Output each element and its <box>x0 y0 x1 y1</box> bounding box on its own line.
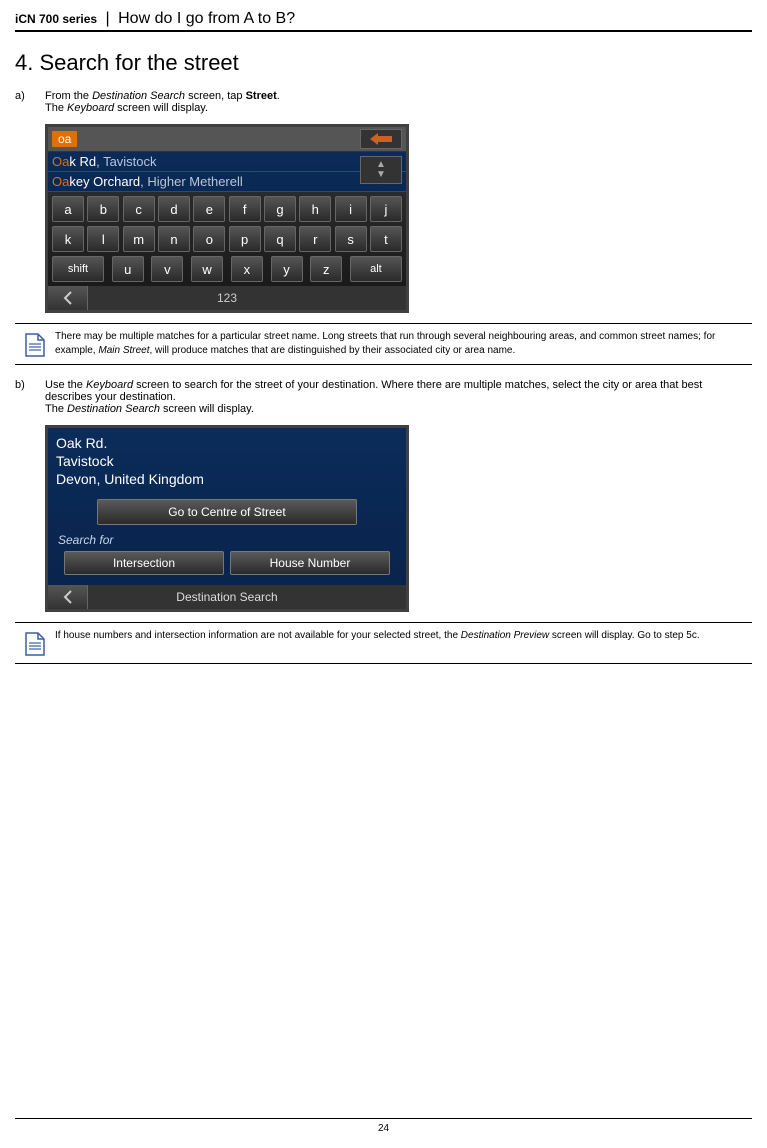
key-k[interactable]: k <box>52 226 84 252</box>
house-number-button[interactable]: House Number <box>230 551 390 575</box>
page-number: 24 <box>378 1123 389 1134</box>
key-a[interactable]: a <box>52 196 84 222</box>
key-n[interactable]: n <box>158 226 190 252</box>
key-u[interactable]: u <box>112 256 144 282</box>
key-b[interactable]: b <box>87 196 119 222</box>
kb-row-2: k l m n o p q r s t <box>52 226 402 252</box>
kb-row-3: shift u v w x y z alt <box>52 256 402 282</box>
step-a-letter: a) <box>15 90 45 114</box>
kb-row-1: a b c d e f g h i j <box>52 196 402 222</box>
search-for-label: Search for <box>48 533 406 547</box>
note-icon <box>15 629 55 657</box>
key-i[interactable]: i <box>335 196 367 222</box>
chevron-left-icon <box>62 291 74 305</box>
key-w[interactable]: w <box>191 256 223 282</box>
suggestion-1[interactable]: Oak Rd, Tavistock ▲ ▼ <box>48 152 406 172</box>
key-v[interactable]: v <box>151 256 183 282</box>
key-z[interactable]: z <box>310 256 342 282</box>
destination-search-screenshot: Oak Rd. Tavistock Devon, United Kingdom … <box>45 425 409 612</box>
kb-input-chip[interactable]: oa <box>52 131 77 147</box>
ds-button-row: Intersection House Number <box>48 551 406 575</box>
intersection-button[interactable]: Intersection <box>64 551 224 575</box>
key-d[interactable]: d <box>158 196 190 222</box>
header-series: iCN 700 series <box>15 12 97 26</box>
keyboard-screenshot: oa Oak Rd, Tavistock ▲ ▼ Oakey Orchard, … <box>45 124 409 313</box>
key-g[interactable]: g <box>264 196 296 222</box>
chevron-left-icon <box>62 590 74 604</box>
key-p[interactable]: p <box>229 226 261 252</box>
key-r[interactable]: r <box>299 226 331 252</box>
step-b: b) Use the Keyboard screen to search for… <box>15 379 752 415</box>
ds-footer-bar: Destination Search <box>48 585 406 609</box>
key-x[interactable]: x <box>231 256 263 282</box>
ds-address-block: Oak Rd. Tavistock Devon, United Kingdom <box>48 428 406 499</box>
kb-bottom-bar: 123 <box>48 286 406 310</box>
key-y[interactable]: y <box>271 256 303 282</box>
note-1-text: There may be multiple matches for a part… <box>55 330 752 358</box>
page-header: iCN 700 series | How do I go from A to B… <box>15 10 752 32</box>
suggestion-2[interactable]: Oakey Orchard, Higher Metherell <box>48 172 406 192</box>
chevron-down-icon: ▼ <box>376 170 386 180</box>
document-icon <box>24 631 46 657</box>
key-t[interactable]: t <box>370 226 402 252</box>
note-2-text: If house numbers and intersection inform… <box>55 629 706 657</box>
key-s[interactable]: s <box>335 226 367 252</box>
key-o[interactable]: o <box>193 226 225 252</box>
step-b-letter: b) <box>15 379 45 415</box>
go-to-centre-button[interactable]: Go to Centre of Street <box>97 499 357 525</box>
page-footer: 24 <box>15 1118 752 1134</box>
backspace-button[interactable] <box>360 129 402 149</box>
kb-input-row: oa <box>48 127 406 152</box>
key-shift[interactable]: shift <box>52 256 104 282</box>
key-q[interactable]: q <box>264 226 296 252</box>
backspace-arrow-icon <box>370 133 392 145</box>
document-icon <box>24 332 46 358</box>
ds-addr-line3: Devon, United Kingdom <box>56 470 398 488</box>
scroll-buttons[interactable]: ▲ ▼ <box>360 156 402 184</box>
key-f[interactable]: f <box>229 196 261 222</box>
step-a-body: From the Destination Search screen, tap … <box>45 90 752 114</box>
note-1: There may be multiple matches for a part… <box>15 323 752 365</box>
step-a: a) From the Destination Search screen, t… <box>15 90 752 114</box>
note-2: If house numbers and intersection inform… <box>15 622 752 664</box>
ds-addr-line2: Tavistock <box>56 452 398 470</box>
keyboard-area: a b c d e f g h i j k l m n o p q r s <box>48 192 406 286</box>
ds-back-button[interactable] <box>48 585 88 609</box>
key-123[interactable]: 123 <box>88 291 366 305</box>
key-h[interactable]: h <box>299 196 331 222</box>
ds-footer-title: Destination Search <box>88 590 366 604</box>
header-separator: | <box>106 10 110 27</box>
ds-addr-line1: Oak Rd. <box>56 434 398 452</box>
key-l[interactable]: l <box>87 226 119 252</box>
key-alt[interactable]: alt <box>350 256 402 282</box>
section-title: 4. Search for the street <box>15 50 752 76</box>
key-m[interactable]: m <box>123 226 155 252</box>
key-j[interactable]: j <box>370 196 402 222</box>
note-icon <box>15 330 55 358</box>
step-b-body: Use the Keyboard screen to search for th… <box>45 379 752 415</box>
back-button[interactable] <box>48 286 88 310</box>
key-c[interactable]: c <box>123 196 155 222</box>
header-chapter: How do I go from A to B? <box>118 10 295 27</box>
key-e[interactable]: e <box>193 196 225 222</box>
